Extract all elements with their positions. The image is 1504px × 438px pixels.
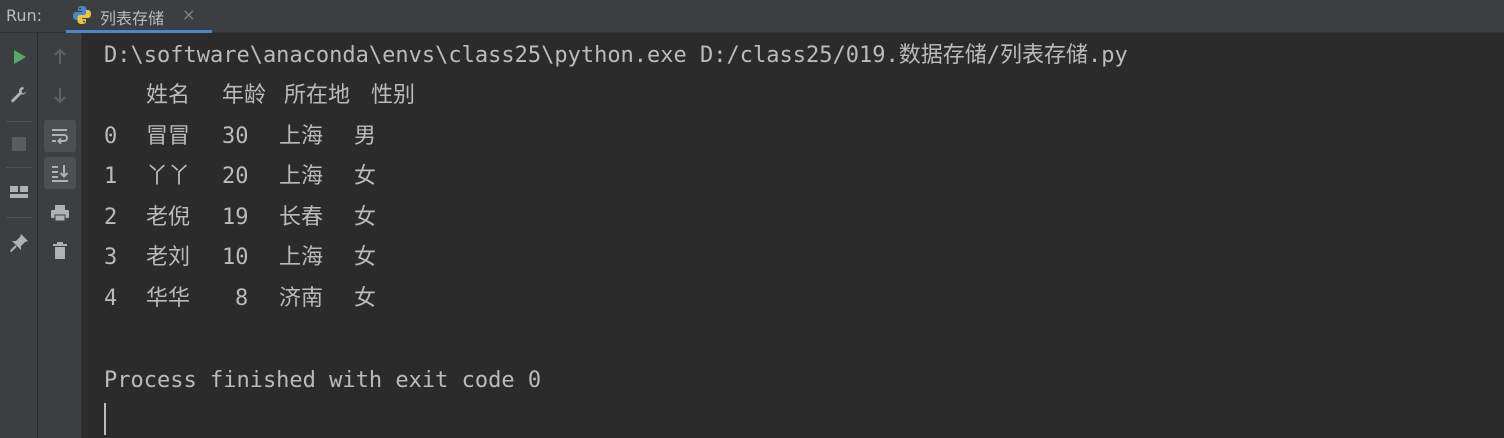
close-icon[interactable]: ×	[182, 5, 195, 24]
layout-icon[interactable]	[5, 179, 33, 207]
row-index: 4	[104, 286, 118, 311]
row-index: 1	[104, 164, 118, 189]
console-toolbar	[38, 33, 82, 438]
row-age: 10	[222, 245, 249, 270]
python-icon	[73, 6, 91, 24]
row-gender: 女	[354, 205, 377, 230]
arrow-up-icon[interactable]	[46, 43, 74, 71]
wrench-icon[interactable]	[5, 81, 33, 109]
tab-run-config[interactable]: 列表存储 ×	[66, 0, 212, 33]
row-city: 济南	[279, 286, 324, 311]
toolbar-separator	[6, 167, 32, 168]
row-gender: 女	[354, 286, 377, 311]
row-gender: 男	[354, 124, 377, 149]
command-line: D:\software\anaconda\envs\class25\python…	[104, 43, 1128, 68]
arrow-down-icon[interactable]	[46, 81, 74, 109]
exit-message: Process finished with exit code 0	[104, 368, 542, 393]
run-tool-window-header: Run: 列表存储 ×	[0, 0, 1504, 33]
toolbar-separator	[6, 121, 32, 122]
row-name: 丫丫	[146, 164, 191, 189]
row-name: 老刘	[146, 245, 191, 270]
row-age: 30	[222, 124, 249, 149]
print-icon[interactable]	[46, 199, 74, 227]
header-name: 姓名	[146, 83, 191, 108]
scroll-to-end-icon[interactable]	[44, 157, 76, 189]
row-city: 长春	[279, 205, 324, 230]
run-actions-toolbar	[0, 33, 38, 438]
run-label: Run:	[6, 6, 43, 25]
header-city: 所在地	[284, 83, 351, 108]
row-city: 上海	[279, 164, 324, 189]
row-age: 19	[222, 205, 249, 230]
row-age: 20	[222, 164, 249, 189]
toolbar-separator	[6, 217, 32, 218]
run-icon[interactable]	[5, 43, 33, 71]
row-city: 上海	[279, 245, 324, 270]
tab-label: 列表存储	[100, 9, 165, 28]
row-name: 老倪	[146, 205, 191, 230]
header-age: 年龄	[222, 83, 267, 108]
row-age: 8	[235, 286, 249, 311]
text-cursor	[104, 403, 106, 435]
trash-icon[interactable]	[46, 237, 74, 265]
row-index: 0	[104, 124, 118, 149]
row-name: 华华	[146, 286, 191, 311]
row-gender: 女	[354, 164, 377, 189]
header-gender: 性别	[371, 83, 416, 108]
row-gender: 女	[354, 245, 377, 270]
soft-wrap-icon[interactable]	[44, 120, 76, 152]
row-index: 3	[104, 245, 118, 270]
stop-icon[interactable]	[5, 130, 33, 158]
row-city: 上海	[279, 124, 324, 149]
console-output[interactable]: D:\software\anaconda\envs\class25\python…	[82, 33, 1504, 438]
pin-icon[interactable]	[5, 229, 33, 257]
row-index: 2	[104, 205, 118, 230]
row-name: 冒冒	[146, 124, 191, 149]
